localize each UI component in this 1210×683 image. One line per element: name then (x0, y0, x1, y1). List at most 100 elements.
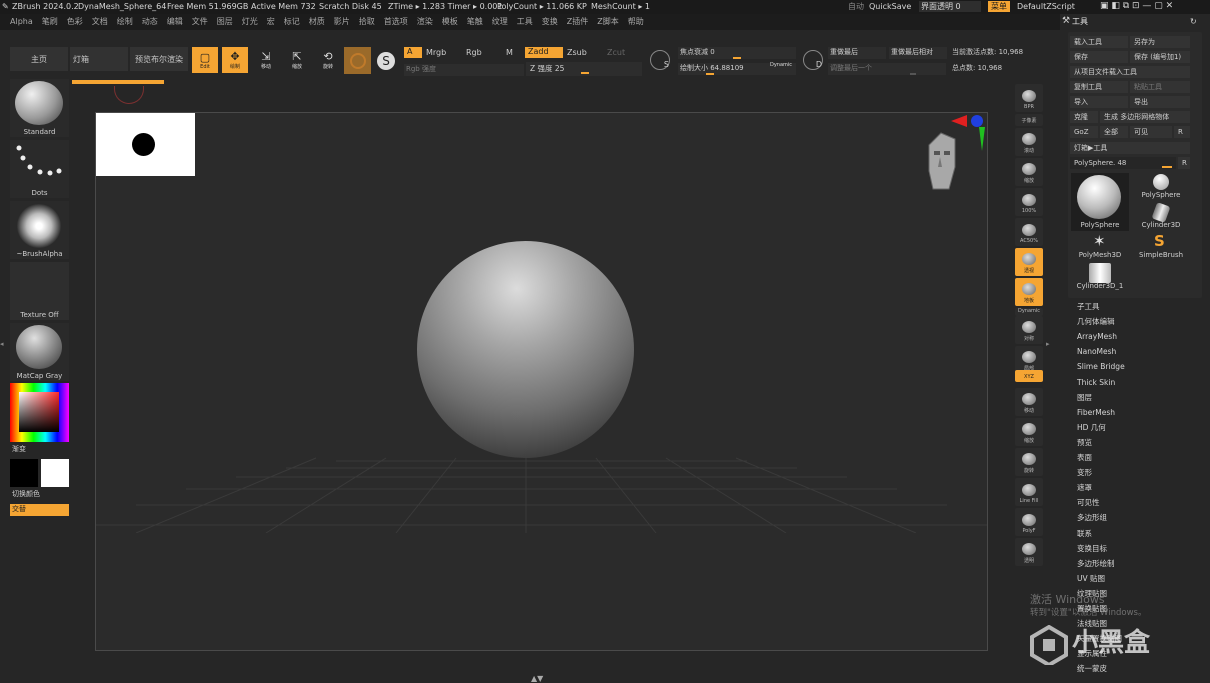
menu-item[interactable]: 首选项 (384, 18, 408, 26)
right-shelf---button[interactable]: 透视 (1015, 248, 1043, 276)
tool-thumb-polymesh[interactable]: ✶ PolyMesh3D (1071, 233, 1129, 261)
menu-item[interactable]: Z插件 (567, 18, 588, 26)
zcut-toggle[interactable]: Zcut (607, 49, 625, 57)
tool-section-item[interactable]: 变形 (1077, 469, 1092, 477)
right-shelf-100--button[interactable]: 100% (1015, 188, 1043, 216)
zscript-label[interactable]: DefaultZScript (1017, 3, 1075, 11)
tool-section-item[interactable]: 遮罩 (1077, 484, 1092, 492)
menu-item[interactable]: 文件 (192, 18, 208, 26)
quicksave-button[interactable]: QuickSave (869, 3, 911, 11)
save-increment-button[interactable]: 保存 (编号加1) (1130, 51, 1190, 63)
tool-section-item[interactable]: 图层 (1077, 394, 1092, 402)
clone-button[interactable]: 克隆 (1070, 111, 1098, 123)
replay-icon[interactable]: D (803, 50, 823, 70)
tool-section-item[interactable]: UV 贴图 (1077, 575, 1105, 583)
switch-color-button[interactable]: 切换颜色 (12, 491, 40, 498)
polysphere-slider[interactable]: PolySphere. 48 (1070, 157, 1176, 169)
main-color-swatch[interactable] (10, 459, 38, 487)
right-shelf---button[interactable]: 滚动 (1015, 128, 1043, 156)
menu-item[interactable]: 纹理 (492, 18, 508, 26)
replay-last-rel-button[interactable]: 重做最后相对 (889, 47, 947, 59)
menu-item[interactable]: Alpha (10, 18, 33, 26)
menu-item[interactable]: 影片 (334, 18, 350, 26)
make-polymesh-button[interactable]: 生成 多边形网格物体 (1100, 111, 1190, 123)
all-button[interactable]: 全部 (1100, 126, 1128, 138)
right-shelf---button[interactable]: 移动 (1015, 388, 1043, 416)
r2-button[interactable]: R (1178, 157, 1190, 169)
rgb-intensity-slider[interactable]: Rgb 强度 (404, 64, 524, 76)
tool-section-item[interactable]: 可见性 (1077, 499, 1100, 507)
menu-item[interactable]: 文档 (92, 18, 108, 26)
tool-section-item[interactable]: NanoMesh (1077, 348, 1116, 356)
rotate-button[interactable]: ⟲ 旋转 (315, 47, 341, 73)
right-shelf---button[interactable]: 缩放 (1015, 418, 1043, 446)
texture-selector[interactable]: Texture Off (10, 262, 69, 320)
window-controls-icon[interactable]: ▣ ◧ ⧉ ⊡ — ▢ ✕ (1100, 2, 1173, 11)
alpha-selector[interactable]: ~BrushAlpha (10, 201, 69, 259)
draw-button[interactable]: ✥ 绘制 (222, 47, 248, 73)
bottom-tray-arrow-icon[interactable]: ▲▼ (531, 674, 549, 683)
right-shelf---button[interactable]: 对称 (1015, 316, 1043, 344)
menu-item[interactable]: 变换 (542, 18, 558, 26)
load-tool-button[interactable]: 载入工具 (1070, 36, 1128, 48)
right-shelf---button[interactable]: 透明 (1015, 538, 1043, 566)
tool-thumb-cylinder[interactable]: Cylinder3D (1132, 202, 1190, 231)
bpr-preview-tab[interactable]: 预览布尔渲染 (130, 47, 188, 71)
tool-section-item[interactable]: 几何体编辑 (1077, 318, 1115, 326)
menu-item[interactable]: 标记 (284, 18, 300, 26)
menu-item[interactable]: 编辑 (167, 18, 183, 26)
brush-selector[interactable]: Standard (10, 79, 69, 137)
tool-section-item[interactable]: 统一蒙皮 (1077, 665, 1107, 673)
transparency-slider[interactable]: 界面透明 0 (919, 1, 981, 12)
menu-item[interactable]: 工具 (517, 18, 533, 26)
right-shelf---button[interactable]: 子像素 (1015, 114, 1043, 126)
menu-item[interactable]: 宏 (267, 18, 275, 26)
tool-section-item[interactable]: FiberMesh (1077, 409, 1115, 417)
focal-shift-slider[interactable]: 焦点衰减 0 (678, 47, 796, 59)
tool-palette-title[interactable]: 工具 (1072, 18, 1088, 26)
right-shelf-ac50--button[interactable]: AC50% (1015, 218, 1043, 246)
replay-last-button[interactable]: 重做最后 (828, 47, 886, 59)
menu-item[interactable]: 渲染 (417, 18, 433, 26)
import-button[interactable]: 导入 (1070, 96, 1128, 108)
right-shelf---button[interactable]: 地板 (1015, 278, 1043, 306)
rgb-toggle[interactable]: Rgb (466, 49, 482, 57)
save-as-button[interactable]: 另存为 (1130, 36, 1190, 48)
tool-section-item[interactable]: HD 几何 (1077, 424, 1106, 432)
tool-thumb-polysphere[interactable]: PolySphere (1132, 173, 1190, 201)
tool-section-item[interactable]: 表面 (1077, 454, 1092, 462)
dynamic-toggle[interactable]: Dynamic (770, 63, 792, 68)
right-shelf-dynamic-button[interactable]: Dynamic (1015, 308, 1043, 316)
home-tab[interactable]: 主页 (10, 47, 68, 71)
menu-item[interactable]: 拾取 (359, 18, 375, 26)
menu-item[interactable]: 动态 (142, 18, 158, 26)
lightbox-tab[interactable]: 灯箱 (70, 47, 128, 71)
menu-item[interactable]: 材质 (309, 18, 325, 26)
r-button[interactable]: R (1174, 126, 1190, 138)
menu-item[interactable]: 模板 (442, 18, 458, 26)
color-picker[interactable] (10, 383, 69, 442)
tool-section-item[interactable]: 法线贴图 (1077, 620, 1107, 628)
alternate-button[interactable]: 交替 (10, 504, 69, 516)
menu-item[interactable]: 灯光 (242, 18, 258, 26)
menu-item[interactable]: 图层 (217, 18, 233, 26)
a-toggle[interactable]: A (404, 47, 422, 58)
color-square[interactable] (19, 392, 59, 432)
lazy-mouse-icon[interactable]: S (650, 50, 670, 70)
import-project-button[interactable]: 从项目文件载入工具 (1070, 66, 1190, 78)
export-button[interactable]: 导出 (1130, 96, 1190, 108)
copy-tool-button[interactable]: 复制工具 (1070, 81, 1128, 93)
right-shelf---button[interactable]: 缩放 (1015, 158, 1043, 186)
polysphere-mesh[interactable] (417, 241, 634, 458)
tool-section-item[interactable]: 多边形组 (1077, 514, 1107, 522)
tool-section-item[interactable]: 多边形绘制 (1077, 560, 1115, 568)
goz-button[interactable]: GoZ (1070, 126, 1098, 138)
tool-section-item[interactable]: Thick Skin (1077, 378, 1115, 387)
left-tray-arrow-icon[interactable]: ◂ (0, 340, 5, 360)
material-sphere-icon[interactable]: S (377, 52, 395, 70)
tool-section-item[interactable]: 变换目标 (1077, 545, 1107, 553)
current-tool-thumb[interactable]: PolySphere (1071, 173, 1129, 231)
menu-item[interactable]: 笔刷 (42, 18, 58, 26)
right-shelf-polyf-button[interactable]: PolyF (1015, 508, 1043, 536)
move-button[interactable]: ⇲ 移动 (253, 47, 279, 73)
